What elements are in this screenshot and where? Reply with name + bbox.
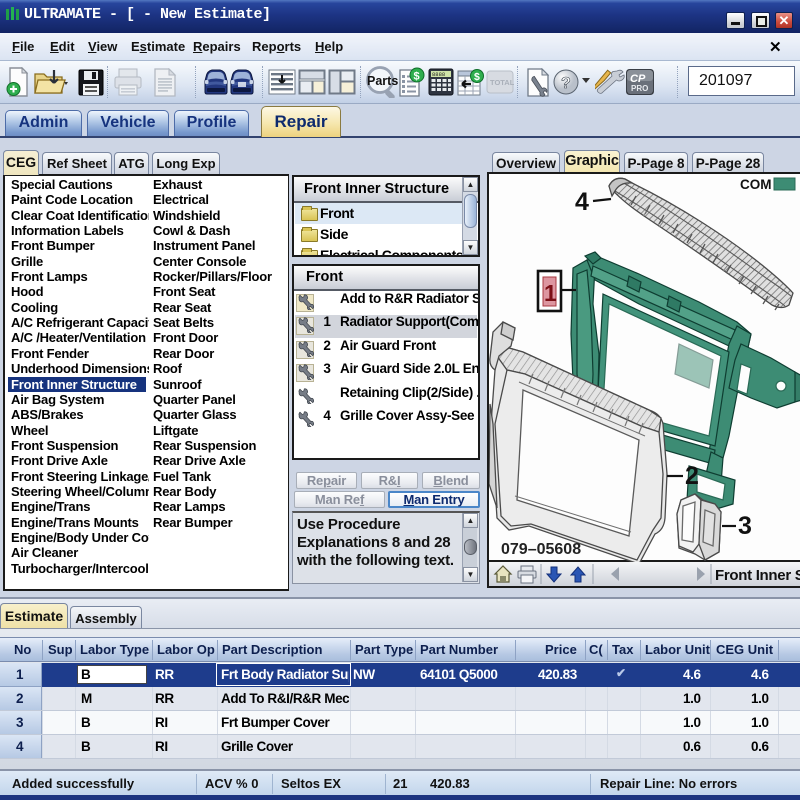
svg-text:079–05608: 079–05608 <box>501 541 581 558</box>
svg-text:8888: 8888 <box>432 71 445 78</box>
svg-text:2: 2 <box>685 462 699 490</box>
svg-text:Front Inner St: Front Inner St <box>715 567 800 584</box>
svg-text:?: ? <box>561 75 571 92</box>
svg-text:PRO: PRO <box>631 84 648 93</box>
svg-text:COM: COM <box>740 177 772 192</box>
svg-text:3: 3 <box>738 512 752 540</box>
svg-text:TOTAL: TOTAL <box>490 78 514 87</box>
svg-text:$: $ <box>414 71 420 83</box>
svg-text:Parts: Parts <box>367 74 398 88</box>
svg-text:1: 1 <box>544 280 557 306</box>
svg-text:$: $ <box>474 71 480 83</box>
svg-text:4: 4 <box>575 188 589 216</box>
